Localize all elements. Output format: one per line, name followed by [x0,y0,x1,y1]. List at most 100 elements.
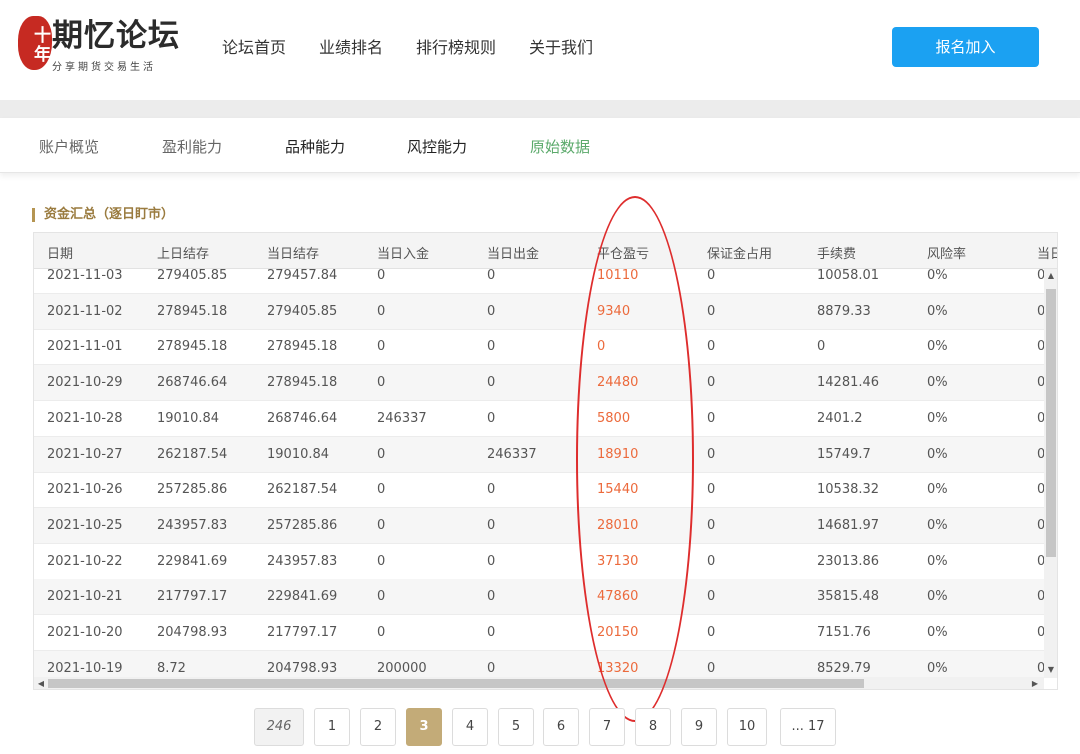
table-cell: 14681.97 [817,517,880,533]
pagination-page-1[interactable]: 1 [314,708,350,746]
pagination-page-3[interactable]: 3 [406,708,442,746]
table-cell: 246337 [487,446,537,462]
pnl-cell: 28010 [597,517,639,533]
logo-seal: 十年 [18,16,52,70]
table-cell: 0 [1037,268,1044,283]
pagination-last-page[interactable]: ... 17 [780,708,836,746]
table-row[interactable]: 2021-10-29 268746.64 278945.18 0 0 24480 0 1428… [34,365,1044,402]
pnl-cell: 37130 [597,553,639,569]
header-divider [0,100,1080,118]
col-withdrawal[interactable]: 当日出金 [487,243,539,262]
table-cell: 0 [707,303,716,319]
col-closing-pnl[interactable]: 平仓盈亏 [597,243,649,262]
pagination-page-6[interactable]: 6 [543,708,579,746]
table-row[interactable]: 2021-11-01 278945.18 278945.18 0 0 0 0 0 0% 0 [34,329,1044,366]
nav-ranking[interactable]: 业绩排名 [319,34,383,58]
pnl-cell: 5800 [597,410,631,426]
table-cell: 14281.46 [817,375,880,391]
site-logo[interactable]: 十年 期忆论坛 分享期货交易生活 [18,14,180,74]
table-cell: 0 [377,303,386,319]
table-cell: 0 [487,553,496,569]
pagination-page-9[interactable]: 9 [681,708,717,746]
table-cell: 279405.85 [267,303,338,319]
col-date[interactable]: 日期 [47,243,73,262]
logo-name: 期忆论坛 [52,18,180,54]
table-cell: 0 [487,625,496,640]
nav-home[interactable]: 论坛首页 [222,34,286,58]
col-margin[interactable]: 保证金占用 [707,243,772,262]
table-cell: 217797.17 [157,589,228,605]
table-row[interactable]: 2021-10-20 204798.93 217797.17 0 0 20150 0 7151… [34,615,1044,651]
tab-raw-data[interactable]: 原始数据 [530,136,590,157]
table-row[interactable]: 2021-10-25 243957.83 257285.86 0 0 28010 0 1468… [34,507,1044,544]
table-cell: 0 [377,553,386,569]
scroll-right-icon[interactable]: ▶ [1030,678,1040,689]
table-cell: 0% [927,589,948,605]
table-cell: 0 [707,375,716,391]
table-row[interactable]: 2021-10-27 262187.54 19010.84 0 246337 18910 0… [34,436,1044,473]
table-cell: 0 [1037,447,1044,462]
table-row[interactable]: 2021-10-28 19010.84 268746.64 246337 0 5800 0 2… [34,401,1044,437]
table-cell: 0 [377,375,386,391]
pagination-page-5[interactable]: 5 [498,708,534,746]
table-row[interactable]: 2021-10-21 217797.17 229841.69 0 0 47860 0 3581… [34,579,1044,616]
scroll-down-icon[interactable]: ▼ [1046,665,1056,675]
table-cell: 8.72 [157,660,186,676]
table-cell: 0% [927,625,948,640]
table-cell: 2401.2 [817,410,863,426]
tab-risk-control[interactable]: 风控能力 [407,136,467,157]
scroll-left-icon[interactable]: ◀ [36,678,46,689]
horizontal-scrollbar[interactable]: ◀ ▶ [34,677,1044,689]
pagination-page-4[interactable]: 4 [452,708,488,746]
table-cell: 278945.18 [157,303,228,319]
nav-rules[interactable]: 排行榜规则 [416,34,496,58]
table-cell: 0 [1037,375,1044,390]
col-prev-balance[interactable]: 上日结存 [157,243,209,262]
table-cell: 19010.84 [267,446,330,462]
table-cell: 23013.86 [817,553,880,569]
table-cell: 2021-11-01 [47,339,123,355]
tab-profitability[interactable]: 盈利能力 [162,136,222,157]
col-curr-balance[interactable]: 当日结存 [267,243,319,262]
pagination-page-10[interactable]: 10 [727,708,767,746]
pagination-page-2[interactable]: 2 [360,708,396,746]
table-cell: 0 [707,339,716,355]
table-cell: 0 [707,553,716,569]
table-row[interactable]: 2021-10-19 8.72 204798.93 200000 0 13320 0 8529… [34,650,1044,678]
table-cell: 10538.32 [817,482,880,498]
table-cell: 0% [927,482,948,498]
pagination-page-7[interactable]: 7 [589,708,625,746]
table-row[interactable]: 2021-10-26 257285.86 262187.54 0 0 15440 0 1053… [34,472,1044,509]
scroll-up-icon[interactable]: ▲ [1046,271,1056,281]
col-fee[interactable]: 手续费 [817,243,856,262]
table-row[interactable]: 2021-11-02 278945.18 279405.85 0 0 9340 0 8879.… [34,293,1044,330]
table-cell: 0 [707,482,716,498]
horizontal-scroll-thumb[interactable] [48,679,864,688]
col-risk-rate[interactable]: 风险率 [927,243,966,262]
table-cell: 7151.76 [817,625,871,640]
table-row[interactable]: 2021-10-22 229841.69 243957.83 0 0 37130 0 2301… [34,544,1044,580]
table-cell: 0 [1037,661,1044,676]
table-cell: 0% [927,303,948,319]
table-cell: 279457.84 [267,268,338,283]
table-cell: 2021-10-28 [47,410,123,426]
pagination: 246 1 2 3 4 5 6 7 8 9 10 ... 17 [0,708,1080,748]
table-header: 日期 上日结存 当日结存 当日入金 当日出金 平仓盈亏 保证金占用 手续费 风险… [34,233,1057,269]
pnl-cell: 47860 [597,589,639,605]
pagination-page-8[interactable]: 8 [635,708,671,746]
table-cell: 0 [1037,411,1044,426]
nav-about[interactable]: 关于我们 [529,34,593,58]
table-cell: 0 [707,589,716,605]
join-button[interactable]: 报名加入 [892,27,1039,67]
col-extra[interactable]: 当日 [1037,243,1057,262]
tab-instrument-ability[interactable]: 品种能力 [285,136,345,157]
vertical-scrollbar[interactable]: ▲ ▼ [1044,269,1057,678]
table-cell: 19010.84 [157,410,220,426]
tab-account-overview[interactable]: 账户概览 [39,136,99,157]
table-cell: 278945.18 [267,375,338,391]
table-body[interactable]: 2021-11-03 279405.85 279457.84 0 0 10110 0 1005… [34,258,1044,678]
vertical-scroll-thumb[interactable] [1046,289,1056,557]
table-cell: 2021-10-29 [47,375,123,391]
table-cell: 0% [927,268,948,283]
col-deposit[interactable]: 当日入金 [377,243,429,262]
